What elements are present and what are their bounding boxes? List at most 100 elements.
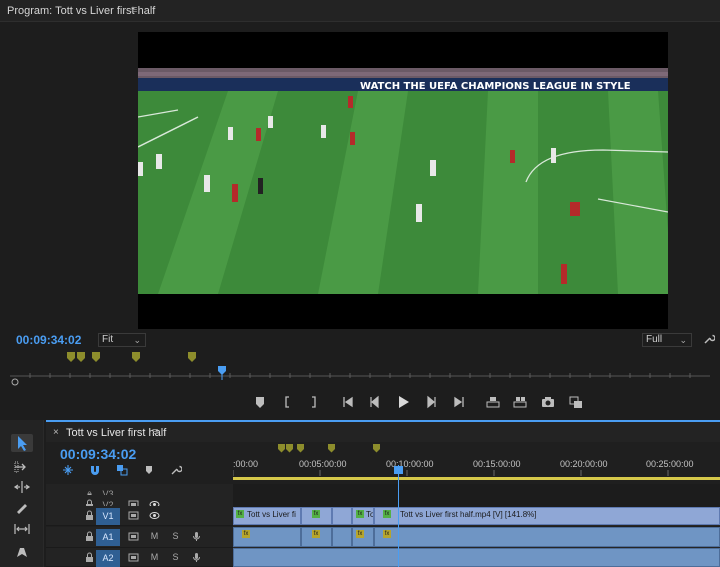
fx-badge: fx xyxy=(312,510,320,518)
program-monitor[interactable]: WATCH THE UEFA CHAMPIONS LEAGUE IN STYLE xyxy=(0,22,720,330)
fx-badge: fx xyxy=(356,530,364,538)
panel-menu-icon[interactable]: ≡ xyxy=(152,426,158,438)
video-clip[interactable]: fx Tott vs Liver first half.mp4 [V] [141… xyxy=(374,507,720,525)
video-clip[interactable] xyxy=(332,507,352,525)
mute-button[interactable]: M xyxy=(149,531,160,542)
playhead[interactable] xyxy=(398,465,399,567)
fx-badge: fx xyxy=(312,530,320,538)
fx-badge: fx xyxy=(383,510,391,518)
clip-label: Tott vs Liver fi xyxy=(247,510,296,519)
transport-controls xyxy=(0,390,720,416)
video-clip[interactable]: fx Tott vs Liver fi xyxy=(233,507,301,525)
step-back-icon[interactable] xyxy=(367,394,383,410)
lock-icon[interactable] xyxy=(84,552,95,563)
sync-lock-icon[interactable] xyxy=(128,510,139,521)
mute-button[interactable]: M xyxy=(149,552,160,563)
zoom-level-value: Fit xyxy=(102,334,114,345)
audio-clip[interactable]: fx xyxy=(233,527,301,547)
chevron-down-icon: ⌄ xyxy=(133,335,141,345)
audio-clip[interactable] xyxy=(233,548,720,567)
track-lane-a2[interactable] xyxy=(233,548,720,567)
tools-panel xyxy=(0,420,44,567)
play-icon[interactable] xyxy=(395,394,411,410)
program-timecode[interactable]: 00:09:34:02 xyxy=(16,333,81,347)
audio-clip[interactable]: fx xyxy=(374,527,720,547)
track-header-v1[interactable]: V1 xyxy=(46,506,233,526)
pen-tool-icon[interactable] xyxy=(11,542,33,560)
timeline-tab[interactable]: × Tott vs Liver first half ≡ xyxy=(46,420,720,442)
time-ruler[interactable]: :00:00 00:05:00:00 00:10:00:00 00:15:00:… xyxy=(233,442,720,478)
microphone-icon[interactable] xyxy=(191,552,202,563)
clip-label: Tott vs Liver first half.mp4 [V] [141.8%… xyxy=(400,510,537,519)
sync-lock-icon[interactable] xyxy=(128,552,139,563)
eye-icon[interactable] xyxy=(149,510,160,521)
track-header-a2[interactable]: A2 M S xyxy=(46,548,233,567)
export-frame-icon[interactable] xyxy=(540,394,556,410)
add-marker-icon[interactable] xyxy=(143,464,155,476)
track-label-a2[interactable]: A2 xyxy=(96,550,120,567)
solo-button[interactable]: S xyxy=(170,531,181,542)
go-to-in-icon[interactable] xyxy=(341,394,357,410)
comparison-view-icon[interactable] xyxy=(568,394,584,410)
ad-board-text: WATCH THE UEFA CHAMPIONS LEAGUE IN STYLE xyxy=(360,81,631,92)
fx-badge: fx xyxy=(242,530,250,538)
zoom-level-dropdown[interactable]: Fit ⌄ xyxy=(98,333,146,347)
markers xyxy=(67,352,196,362)
video-clip[interactable]: fx xyxy=(301,507,332,525)
track-label-v1[interactable]: V1 xyxy=(96,508,120,525)
add-marker-icon[interactable] xyxy=(252,394,268,410)
track-header-a1[interactable]: A1 M S xyxy=(46,527,233,548)
selection-tool-icon[interactable] xyxy=(11,434,33,452)
track-select-tool-icon[interactable] xyxy=(11,458,33,476)
close-tab-icon[interactable]: × xyxy=(53,427,59,438)
playback-resolution-dropdown[interactable]: Full ⌄ xyxy=(642,333,692,347)
ruler-label-4: 00:20:00:00 xyxy=(560,459,608,469)
work-area-bar[interactable] xyxy=(233,477,720,480)
solo-button[interactable]: S xyxy=(170,552,181,563)
program-scrubber[interactable] xyxy=(10,366,710,386)
go-to-out-icon[interactable] xyxy=(450,394,466,410)
timeline-settings-wrench-icon[interactable] xyxy=(170,464,182,476)
marker-row[interactable] xyxy=(0,350,720,366)
ruler-label-1: 00:05:00:00 xyxy=(299,459,347,469)
audio-clip[interactable]: fx xyxy=(352,527,374,547)
playhead-handle[interactable] xyxy=(394,466,403,474)
lock-icon[interactable] xyxy=(84,510,95,521)
program-monitor-header: Program: Tott vs Liver first half ≡ xyxy=(0,0,720,22)
timeline-panel[interactable]: × Tott vs Liver first half ≡ 00:09:34:02… xyxy=(46,420,720,567)
settings-wrench-icon[interactable] xyxy=(703,333,715,345)
lock-icon[interactable] xyxy=(84,531,95,542)
mark-in-icon[interactable] xyxy=(280,394,296,410)
ruler-label-0: :00:00 xyxy=(233,459,259,469)
panel-menu-icon[interactable]: ≡ xyxy=(131,4,137,16)
track-lane-v1[interactable]: fx Tott vs Liver fi fx fx Tott vs fx Tot… xyxy=(233,506,720,526)
ruler-label-5: 00:25:00:00 xyxy=(646,459,694,469)
mark-out-icon[interactable] xyxy=(305,394,321,410)
fx-badge: fx xyxy=(356,510,364,518)
extract-icon[interactable] xyxy=(512,394,528,410)
chevron-down-icon: ⌄ xyxy=(679,335,687,345)
fx-badge: fx xyxy=(236,510,244,518)
sequence-timecode[interactable]: 00:09:34:02 xyxy=(60,446,136,462)
step-forward-icon[interactable] xyxy=(423,394,439,410)
microphone-icon[interactable] xyxy=(191,531,202,542)
video-frame[interactable]: WATCH THE UEFA CHAMPIONS LEAGUE IN STYLE xyxy=(138,32,668,329)
sync-lock-icon[interactable] xyxy=(128,531,139,542)
timeline-markers xyxy=(278,444,380,453)
playback-resolution-value: Full xyxy=(646,334,663,345)
lift-icon[interactable] xyxy=(485,394,501,410)
fx-badge: fx xyxy=(383,530,391,538)
audio-clip[interactable]: fx xyxy=(301,527,332,547)
linked-selection-icon[interactable] xyxy=(116,464,128,476)
nest-sequence-icon[interactable] xyxy=(62,464,74,476)
snap-icon[interactable] xyxy=(89,464,101,476)
video-clip[interactable]: fx Tott vs xyxy=(352,507,374,525)
track-label-a1[interactable]: A1 xyxy=(96,529,120,546)
audio-clip[interactable] xyxy=(332,527,352,547)
clip-label: Tott vs xyxy=(366,510,374,519)
track-lane-a1[interactable]: fx fx fx fx xyxy=(233,527,720,548)
slip-tool-icon[interactable] xyxy=(11,520,33,538)
ripple-edit-tool-icon[interactable] xyxy=(11,478,33,496)
razor-tool-icon[interactable] xyxy=(11,499,33,517)
ruler-label-3: 00:15:00:00 xyxy=(473,459,521,469)
